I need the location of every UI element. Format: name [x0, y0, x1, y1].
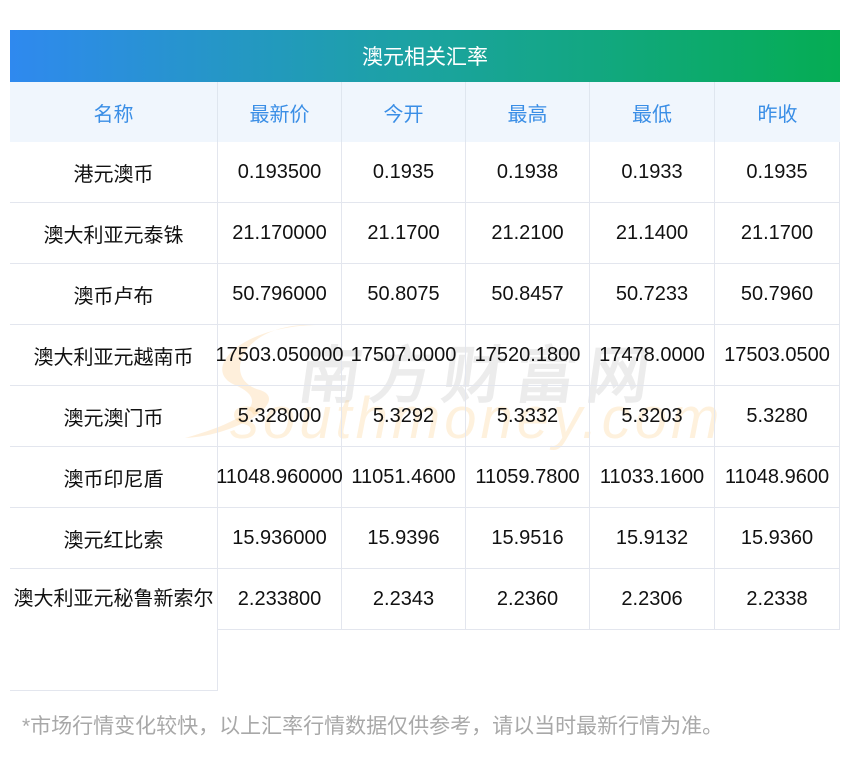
rate-cell: 11059.7800	[466, 447, 590, 508]
currency-name-cell: 澳币卢布	[10, 264, 218, 325]
rate-cell: 2.2343	[342, 569, 466, 630]
rate-cell: 15.9132	[590, 508, 715, 569]
rate-cell: 11048.960000	[216, 447, 343, 508]
rate-cell: 17478.0000	[590, 325, 715, 386]
currency-name-cell: 港元澳币	[10, 142, 218, 203]
rate-cell: 50.7233	[590, 264, 715, 325]
rate-cell: 5.3203	[590, 386, 715, 447]
currency-name-cell: 澳元红比索	[10, 508, 218, 569]
rate-cell: 17507.0000	[342, 325, 466, 386]
disclaimer-footer: *市场行情变化较快，以上汇率行情数据仅供参考，请以当时最新行情为准。	[22, 715, 724, 738]
rate-cell: 2.2360	[466, 569, 590, 630]
rate-cell: 17503.050000	[216, 325, 343, 386]
table-title: 澳元相关汇率	[10, 30, 840, 82]
rate-cell: 0.1935	[715, 142, 840, 203]
column-header: 名称	[10, 82, 218, 142]
rate-cell: 0.1935	[342, 142, 466, 203]
rate-cell: 21.2100	[466, 203, 590, 264]
rate-cell: 5.3292	[342, 386, 466, 447]
rate-cell: 15.9360	[715, 508, 840, 569]
currency-name-cell: 澳币印尼盾	[10, 447, 218, 508]
rate-cell: 21.1400	[590, 203, 715, 264]
rate-cell: 21.170000	[218, 203, 342, 264]
rate-cell: 2.233800	[218, 569, 342, 630]
rate-cell: 0.1938	[466, 142, 590, 203]
rate-cell: 11033.1600	[590, 447, 715, 508]
column-header: 最低	[590, 82, 715, 142]
rate-cell: 2.2306	[590, 569, 715, 630]
column-header: 昨收	[715, 82, 840, 142]
rate-cell: 50.8457	[466, 264, 590, 325]
currency-name-cell: 澳大利亚元秘鲁新索尔	[10, 569, 218, 691]
rate-cell: 0.193500	[218, 142, 342, 203]
column-header: 最新价	[218, 82, 342, 142]
rate-cell: 2.2338	[715, 569, 840, 630]
column-header: 最高	[466, 82, 590, 142]
rate-cell: 11051.4600	[342, 447, 466, 508]
rate-cell: 15.9396	[342, 508, 466, 569]
column-header: 今开	[342, 82, 466, 142]
rate-cell: 5.3332	[466, 386, 590, 447]
rate-cell: 0.1933	[590, 142, 715, 203]
rate-cell: 50.796000	[218, 264, 342, 325]
rate-cell: 5.3280	[715, 386, 840, 447]
rate-cell: 11048.9600	[715, 447, 840, 508]
rate-cell: 15.936000	[218, 508, 342, 569]
rate-cell: 17503.0500	[715, 325, 840, 386]
rate-cell: 15.9516	[466, 508, 590, 569]
currency-name-cell: 澳大利亚元越南币	[10, 325, 218, 386]
rate-cell: 21.1700	[342, 203, 466, 264]
rate-cell: 5.328000	[218, 386, 342, 447]
currency-name-cell: 澳元澳门币	[10, 386, 218, 447]
rate-cell: 50.8075	[342, 264, 466, 325]
rate-cell: 17520.1800	[466, 325, 590, 386]
rate-cell: 21.1700	[715, 203, 840, 264]
rate-cell: 50.7960	[715, 264, 840, 325]
currency-name-cell: 澳大利亚元泰铢	[10, 203, 218, 264]
